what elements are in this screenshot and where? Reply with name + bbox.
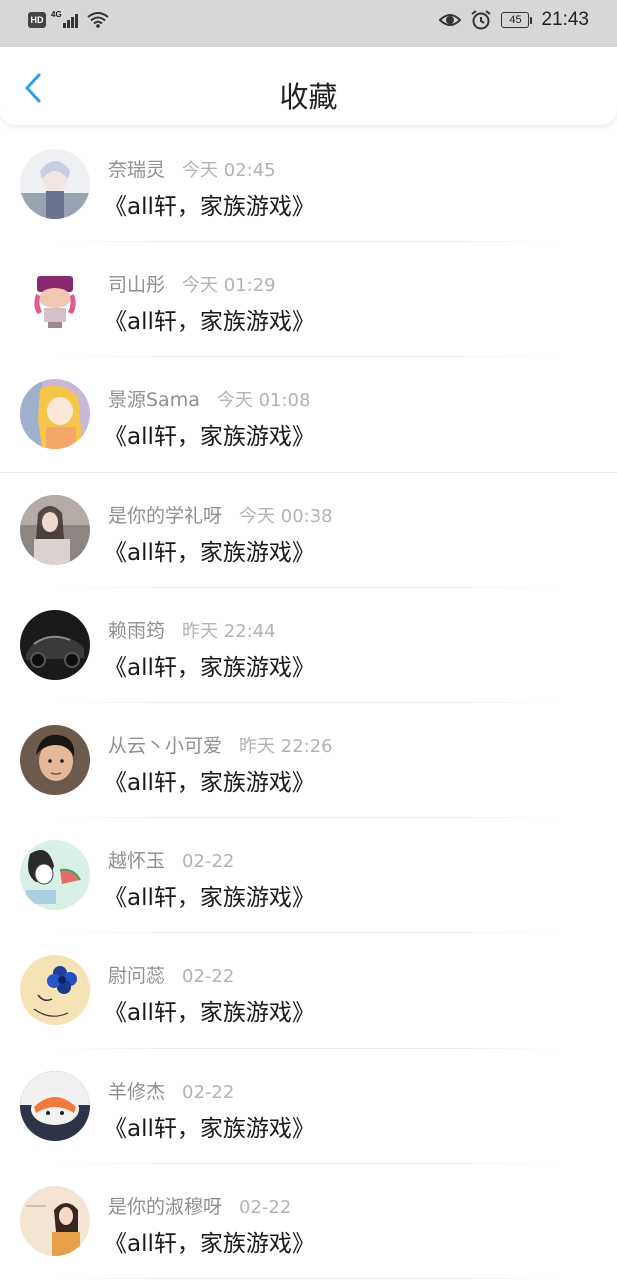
page-title: 收藏 <box>279 80 338 114</box>
author-name[interactable]: 赖雨筠 <box>108 616 165 643</box>
status-clock: 21:43 <box>541 9 589 30</box>
author-name[interactable]: 羊修杰 <box>108 1077 165 1104</box>
cell-signal-icon: 4G <box>51 10 78 28</box>
item-meta: 越怀玉 02-22 <box>108 846 234 873</box>
list-item[interactable]: 是你的淑穆呀 02-22 《all轩，家族游戏》 <box>0 1164 617 1280</box>
item-meta: 奈瑞灵 今天 02:45 <box>108 155 276 182</box>
item-meta: 景源Sama 今天 01:08 <box>108 385 310 412</box>
avatar[interactable] <box>20 379 90 450</box>
list-item[interactable]: 是你的学礼呀 今天 00:38 《all轩，家族游戏》 <box>0 473 617 588</box>
timestamp: 今天 00:38 <box>239 505 333 527</box>
alarm-icon <box>471 10 492 30</box>
hd-icon: HD <box>28 12 46 28</box>
author-name[interactable]: 是你的学礼呀 <box>108 501 222 528</box>
avatar[interactable] <box>20 494 90 565</box>
item-meta: 从云丶小可爱 昨天 22:26 <box>108 731 333 758</box>
item-meta: 羊修杰 02-22 <box>108 1077 234 1104</box>
avatar[interactable] <box>20 1185 90 1256</box>
timestamp: 02-22 <box>182 966 235 988</box>
list-item[interactable]: 从云丶小可爱 昨天 22:26 《all轩，家族游戏》 <box>0 703 617 819</box>
list-item[interactable]: 赖雨筠 昨天 22:44 《all轩，家族游戏》 <box>0 588 617 704</box>
timestamp: 02-22 <box>182 1081 235 1103</box>
network-type-label: 4G <box>51 10 62 19</box>
timestamp: 昨天 22:44 <box>182 620 276 642</box>
list-item[interactable]: 司山彤 今天 01:29 《all轩，家族游戏》 <box>0 242 617 358</box>
wifi-icon <box>87 12 109 28</box>
item-title: 《all轩，家族游戏》 <box>104 885 315 912</box>
list-item[interactable]: 奈瑞灵 今天 02:45 《all轩，家族游戏》 <box>0 127 617 243</box>
author-name[interactable]: 越怀玉 <box>108 846 165 873</box>
timestamp: 昨天 22:26 <box>239 735 333 757</box>
item-title: 《all轩，家族游戏》 <box>104 539 315 566</box>
timestamp: 今天 01:29 <box>182 275 276 297</box>
item-title: 《all轩，家族游戏》 <box>104 309 315 336</box>
item-meta: 司山彤 今天 01:29 <box>108 270 276 297</box>
battery-level: 45 <box>501 12 530 28</box>
item-meta: 是你的淑穆呀 02-22 <box>108 1192 291 1219</box>
avatar[interactable] <box>20 724 90 795</box>
author-name[interactable]: 从云丶小可爱 <box>108 731 222 758</box>
status-bar: HD 4G 45 21:43 <box>0 0 617 47</box>
favorites-list: 奈瑞灵 今天 02:45 《all轩，家族游戏》 司山彤 今天 01:29 《a… <box>0 127 617 1280</box>
author-name[interactable]: 是你的淑穆呀 <box>108 1192 222 1219</box>
item-title: 《all轩，家族游戏》 <box>104 1230 315 1257</box>
avatar[interactable] <box>20 264 90 335</box>
item-meta: 是你的学礼呀 今天 00:38 <box>108 501 333 528</box>
nav-header: 收藏 <box>0 47 617 125</box>
item-title: 《all轩，家族游戏》 <box>104 194 315 220</box>
avatar[interactable] <box>20 149 90 219</box>
author-name[interactable]: 尉问蕊 <box>108 961 165 988</box>
item-title: 《all轩，家族游戏》 <box>104 1000 315 1027</box>
item-title: 《all轩，家族游戏》 <box>104 769 315 796</box>
list-item[interactable]: 尉问蕊 02-22 《all轩，家族游戏》 <box>0 933 617 1049</box>
timestamp: 02-22 <box>182 851 235 873</box>
list-item[interactable]: 景源Sama 今天 01:08 《all轩，家族游戏》 <box>0 357 617 473</box>
avatar[interactable] <box>20 840 90 911</box>
list-item[interactable]: 羊修杰 02-22 《all轩，家族游戏》 <box>0 1049 617 1164</box>
timestamp: 02-22 <box>239 1196 292 1218</box>
timestamp: 今天 02:45 <box>182 160 276 181</box>
eye-icon <box>439 14 462 26</box>
status-bar-left: HD 4G <box>28 10 109 28</box>
author-name[interactable]: 司山彤 <box>108 270 165 297</box>
avatar[interactable] <box>20 609 90 680</box>
item-title: 《all轩，家族游戏》 <box>104 654 315 681</box>
avatar[interactable] <box>20 1070 90 1141</box>
item-title: 《all轩，家族游戏》 <box>104 1115 315 1142</box>
list-item[interactable]: 越怀玉 02-22 《all轩，家族游戏》 <box>0 818 617 934</box>
author-name[interactable]: 景源Sama <box>108 385 200 412</box>
item-meta: 赖雨筠 昨天 22:44 <box>108 616 276 643</box>
timestamp: 今天 01:08 <box>216 390 311 412</box>
author-name[interactable]: 奈瑞灵 <box>108 155 165 182</box>
item-meta: 尉问蕊 02-22 <box>108 961 234 988</box>
battery-icon: 45 <box>501 12 533 28</box>
item-title: 《all轩，家族游戏》 <box>104 424 315 451</box>
avatar[interactable] <box>20 955 90 1026</box>
status-bar-right: 45 21:43 <box>439 9 589 31</box>
